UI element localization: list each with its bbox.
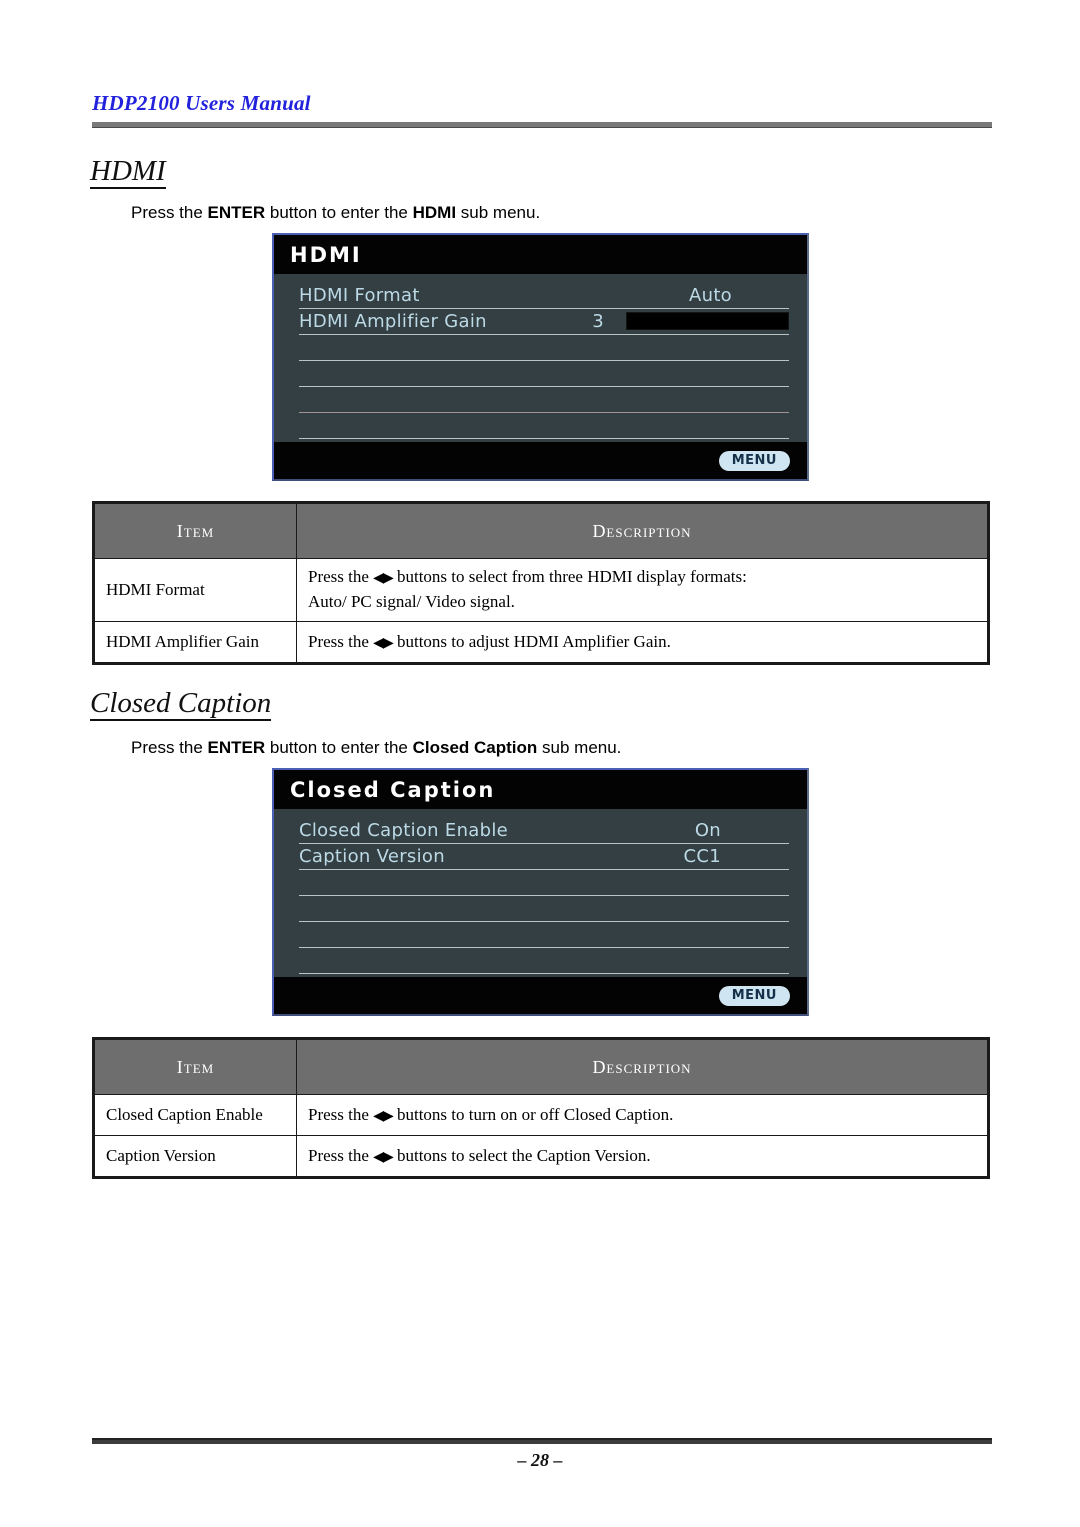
footer-divider	[92, 1438, 992, 1444]
left-right-arrows-icon: ◀▶	[373, 1148, 394, 1165]
section-heading-hdmi: HDMI	[90, 156, 166, 190]
instruction-prefix: Press the	[131, 738, 208, 757]
osd-titlebar: HDMI	[274, 235, 807, 274]
instruction-target: HDMI	[412, 203, 457, 222]
desc-prefix: Press the	[308, 631, 374, 651]
table-cell-description: Press the ◀▶ buttons to turn on or off C…	[296, 1094, 989, 1136]
instruction-closed-caption: Press the ENTER button to enter the Clos…	[131, 738, 621, 758]
osd-body: Closed Caption Enable On Caption Version…	[274, 809, 807, 977]
item-description-table-hdmi: Item Description HDMI Format Press the ◀…	[92, 501, 990, 665]
table-cell-item: Closed Caption Enable	[93, 1094, 297, 1136]
osd-title: HDMI	[290, 242, 362, 267]
osd-screenshot-hdmi: HDMI HDMI Format Auto HDMI Amplifier Gai…	[272, 233, 809, 481]
desc-suffix: buttons to turn on or off Closed Caption…	[392, 1104, 674, 1124]
osd-row-value: Auto	[689, 285, 732, 306]
osd-titlebar: Closed Caption	[274, 770, 807, 809]
table-header-row: Item Description	[93, 502, 989, 559]
table-header-item: Item	[93, 1038, 297, 1095]
desc-prefix: Press the	[308, 1145, 374, 1165]
menu-button[interactable]: MENU	[718, 450, 790, 471]
table-cell-description: Press the ◀▶ buttons to adjust HDMI Ampl…	[296, 621, 989, 664]
instruction-middle: button to enter the	[265, 738, 413, 757]
osd-row-empty	[299, 922, 789, 948]
left-right-arrows-icon: ◀▶	[373, 1107, 394, 1124]
osd-row-value: CC1	[683, 846, 721, 867]
instruction-prefix: Press the	[131, 203, 208, 222]
running-header: HDP2100 Users Manual	[92, 91, 992, 115]
section-heading-closed-caption: Closed Caption	[90, 688, 272, 722]
table-header-row: Item Description	[93, 1038, 989, 1095]
osd-row-empty	[299, 948, 789, 974]
desc-suffix: buttons to adjust HDMI Amplifier Gain.	[392, 631, 671, 651]
desc-suffix: buttons to select the Caption Version.	[392, 1145, 651, 1165]
table-row: Closed Caption Enable Press the ◀▶ butto…	[93, 1094, 989, 1136]
osd-row-label: Closed Caption Enable	[299, 820, 509, 841]
osd-row-label: HDMI Format	[299, 285, 420, 306]
page-number: – 28 –	[517, 1450, 563, 1470]
instruction-key: ENTER	[207, 738, 266, 757]
osd-footer-bar: MENU	[274, 977, 807, 1014]
instruction-suffix: sub menu.	[456, 203, 541, 222]
instruction-key: ENTER	[207, 203, 266, 222]
table-row: HDMI Amplifier Gain Press the ◀▶ buttons…	[93, 621, 989, 664]
osd-row-label: HDMI Amplifier Gain	[299, 311, 487, 332]
osd-row-hdmi-amplifier-gain[interactable]: HDMI Amplifier Gain 3	[299, 309, 789, 335]
left-right-arrows-icon: ◀▶	[373, 634, 394, 651]
table-header-description: Description	[296, 502, 989, 559]
osd-row-empty	[299, 387, 789, 413]
osd-row-value: 3	[592, 311, 604, 332]
osd-row-closed-caption-enable[interactable]: Closed Caption Enable On	[299, 818, 789, 844]
osd-row-empty	[299, 896, 789, 922]
osd-row-caption-version[interactable]: Caption Version CC1	[299, 844, 789, 870]
osd-footer-bar: MENU	[274, 442, 807, 479]
osd-body: HDMI Format Auto HDMI Amplifier Gain 3	[274, 274, 807, 442]
osd-row-value: On	[694, 820, 721, 841]
left-right-arrows-icon: ◀▶	[373, 570, 394, 587]
desc-prefix: Press the	[308, 567, 374, 587]
osd-row-empty	[299, 335, 789, 361]
desc-prefix: Press the	[308, 1104, 374, 1124]
table-cell-item: HDMI Format	[93, 558, 297, 622]
table-cell-item: Caption Version	[93, 1135, 297, 1178]
osd-title: Closed Caption	[290, 777, 496, 802]
osd-row-hdmi-format[interactable]: HDMI Format Auto	[299, 283, 789, 309]
osd-row-empty	[299, 870, 789, 896]
menu-button[interactable]: MENU	[718, 985, 790, 1006]
osd-row-label: Caption Version	[299, 846, 445, 867]
instruction-middle: button to enter the	[265, 203, 413, 222]
table-cell-description: Press the ◀▶ buttons to select from thre…	[296, 558, 989, 622]
table-cell-item: HDMI Amplifier Gain	[93, 621, 297, 664]
instruction-suffix: sub menu.	[537, 738, 622, 757]
desc-line2: Auto/ PC signal/ Video signal.	[308, 592, 515, 611]
manual-title: HDP2100 Users Manual	[92, 91, 311, 115]
instruction-hdmi: Press the ENTER button to enter the HDMI…	[131, 203, 540, 223]
osd-gain-slider[interactable]	[626, 312, 789, 330]
table-row: Caption Version Press the ◀▶ buttons to …	[93, 1135, 989, 1178]
item-description-table-closed-caption: Item Description Closed Caption Enable P…	[92, 1037, 990, 1179]
table-cell-description: Press the ◀▶ buttons to select the Capti…	[296, 1135, 989, 1178]
desc-suffix: buttons to select from three HDMI displa…	[392, 567, 747, 587]
instruction-target: Closed Caption	[412, 738, 538, 757]
table-row: HDMI Format Press the ◀▶ buttons to sele…	[93, 558, 989, 622]
table-header-item: Item	[93, 502, 297, 559]
osd-row-empty	[299, 413, 789, 439]
table-header-description: Description	[296, 1038, 989, 1095]
osd-screenshot-closed-caption: Closed Caption Closed Caption Enable On …	[272, 768, 809, 1016]
osd-row-empty	[299, 361, 789, 387]
header-divider	[92, 122, 992, 128]
